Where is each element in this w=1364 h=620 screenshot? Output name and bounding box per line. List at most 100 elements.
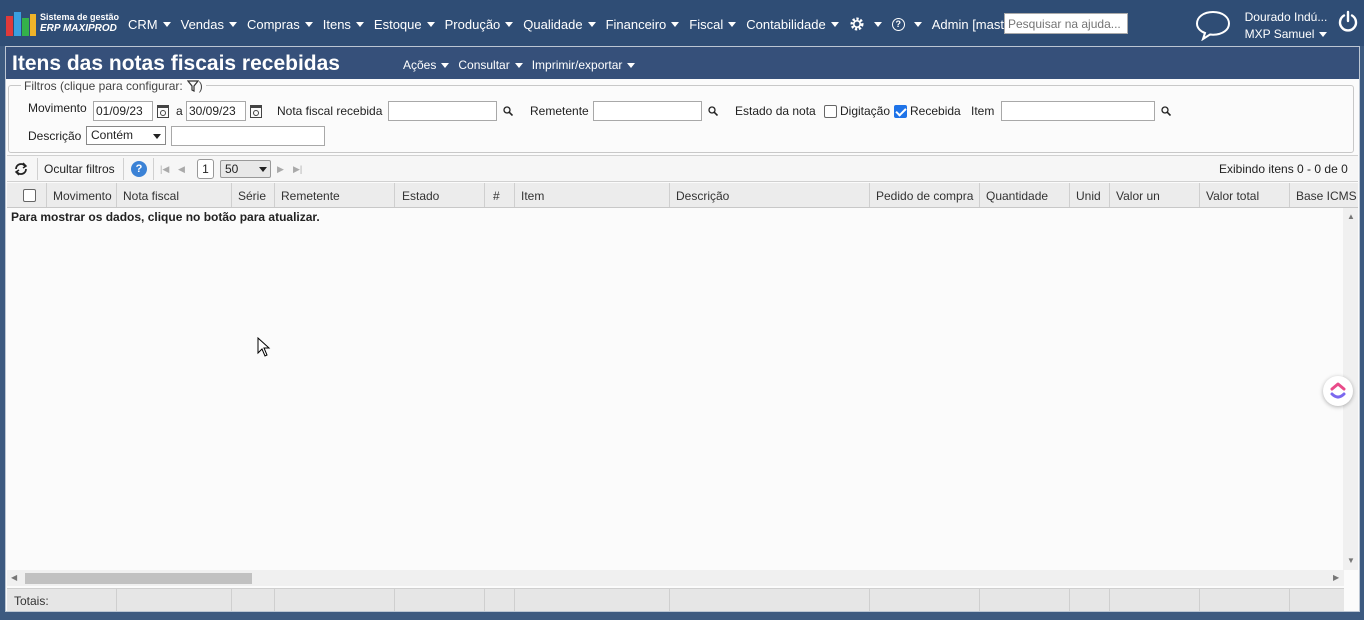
calendar-icon[interactable] [157,105,169,118]
page-size-select[interactable]: 50 [220,160,271,178]
acoes-menu[interactable]: Ações [403,58,450,72]
assistant-widget-button[interactable] [1323,376,1353,406]
imprimir-exportar-menu[interactable]: Imprimir/exportar [532,58,636,72]
menu-crm[interactable]: CRM [128,17,171,32]
menu-fiscal[interactable]: Fiscal [689,17,737,32]
search-icon[interactable] [708,106,718,116]
next-page-icon[interactable]: ▶ [277,164,284,175]
descricao-input[interactable] [171,126,325,146]
title-bar: Itens das notas fiscais recebidas Ações … [6,47,1359,79]
recebida-label: Recebida [910,104,961,118]
menu-label: Ações [403,58,437,72]
power-icon[interactable] [1338,10,1358,32]
totals-divider [484,589,485,611]
caret-down-icon [304,21,313,27]
totals-divider [274,589,275,611]
date-from-input[interactable] [93,101,153,121]
totals-divider [669,589,670,611]
search-icon[interactable] [1161,106,1171,116]
filters-legend-text: Filtros (clique para configurar: [24,79,183,93]
totals-divider [394,589,395,611]
consultar-menu[interactable]: Consultar [458,58,523,72]
filters-legend[interactable]: Filtros (clique para configurar: ) [21,79,206,93]
scroll-left-icon[interactable]: ◀ [11,573,17,582]
menu-label: Estoque [373,16,422,32]
user-info[interactable]: Dourado Indú... MXP Samuel [1240,9,1332,43]
item-label: Item [971,104,995,118]
select-all-cell [7,183,47,207]
col-nota-fiscal[interactable]: Nota fiscal [117,183,232,207]
menu-label: Produção [444,16,501,32]
refresh-icon[interactable] [14,162,28,176]
grid-toolbar: Ocultar filtros ? |◀ ◀ 1 50 ▶ ▶| Exibind… [7,155,1358,182]
menu-label: Contabilidade [746,16,826,32]
app-logo[interactable]: Sistema de gestão ERP MAXIPROD [6,10,119,38]
hide-filters-button[interactable]: Ocultar filtros [44,162,115,176]
nota-fiscal-input[interactable] [388,101,497,121]
scroll-down-icon[interactable]: ▼ [1347,556,1355,565]
chat-icon[interactable] [1195,9,1231,41]
page-actions: Ações Consultar Imprimir/exportar [403,58,644,72]
logo-title: ERP MAXIPROD [40,23,117,34]
help-menu[interactable]: ? [891,17,922,31]
col-movimento[interactable]: Movimento [47,183,117,207]
main-menu: CRM Vendas Compras Itens Estoque Produçã… [128,16,1042,32]
first-page-icon[interactable]: |◀ [160,164,169,175]
prev-page-icon[interactable]: ◀ [178,164,185,175]
scroll-up-icon[interactable]: ▲ [1347,212,1355,221]
col-valor-un[interactable]: Valor un [1110,183,1200,207]
calendar-icon[interactable] [250,105,262,118]
help-icon[interactable]: ? [131,161,147,177]
menu-compras[interactable]: Compras [247,17,313,32]
menu-itens[interactable]: Itens [323,17,364,32]
caret-down-icon [1319,32,1328,37]
col-estado[interactable]: Estado [395,183,485,207]
help-search-input[interactable] [1004,13,1128,34]
empty-message: Para mostrar os dados, clique no botão p… [11,210,320,224]
menu-estoque[interactable]: Estoque [374,17,435,32]
totals-divider [979,589,980,611]
item-input[interactable] [1001,101,1155,121]
col-item[interactable]: Item [515,183,670,207]
menu-financeiro[interactable]: Financeiro [606,17,680,32]
totals-divider [116,589,117,611]
last-page-icon[interactable]: ▶| [293,164,302,175]
scroll-thumb[interactable] [25,573,252,584]
scroll-right-icon[interactable]: ▶ [1333,573,1339,582]
select-all-checkbox[interactable] [23,189,36,202]
menu-producao[interactable]: Produção [445,17,514,32]
caret-down-icon [153,134,161,139]
caret-down-icon [259,167,267,172]
menu-contabilidade[interactable]: Contabilidade [746,17,839,32]
remetente-input[interactable] [593,101,702,121]
recebida-checkbox[interactable] [894,105,907,118]
caret-down-icon [426,21,435,27]
menu-label: Compras [246,16,300,32]
gear-icon [850,17,864,31]
col-serie[interactable]: Série [232,183,275,207]
horizontal-scrollbar[interactable]: ◀ ▶ [7,570,1344,586]
col-remetente[interactable]: Remetente [275,183,395,207]
date-to-input[interactable] [186,101,246,121]
menu-label: Financeiro [605,16,667,32]
search-icon[interactable] [503,106,513,116]
col-quantidade[interactable]: Quantidade [980,183,1070,207]
col-numero[interactable]: # [485,183,515,207]
page-number-input[interactable]: 1 [197,159,214,179]
menu-qualidade[interactable]: Qualidade [523,17,596,32]
menu-vendas[interactable]: Vendas [181,17,237,32]
digitacao-label: Digitação [840,104,891,118]
settings-menu[interactable] [849,16,882,32]
descricao-mode-select[interactable]: Contém [86,126,166,145]
col-base-icms[interactable]: Base ICMS [1290,183,1358,207]
col-descricao[interactable]: Descrição [670,183,870,207]
caret-down-icon [355,21,364,27]
caret-down-icon [873,21,882,27]
filter-icon[interactable] [186,80,199,92]
col-valor-total[interactable]: Valor total [1200,183,1290,207]
digitacao-checkbox[interactable] [824,105,837,118]
menu-label: Vendas [180,16,224,32]
col-unid[interactable]: Unid [1070,183,1110,207]
caret-down-icon [627,62,636,68]
col-pedido-compra[interactable]: Pedido de compra [870,183,980,207]
